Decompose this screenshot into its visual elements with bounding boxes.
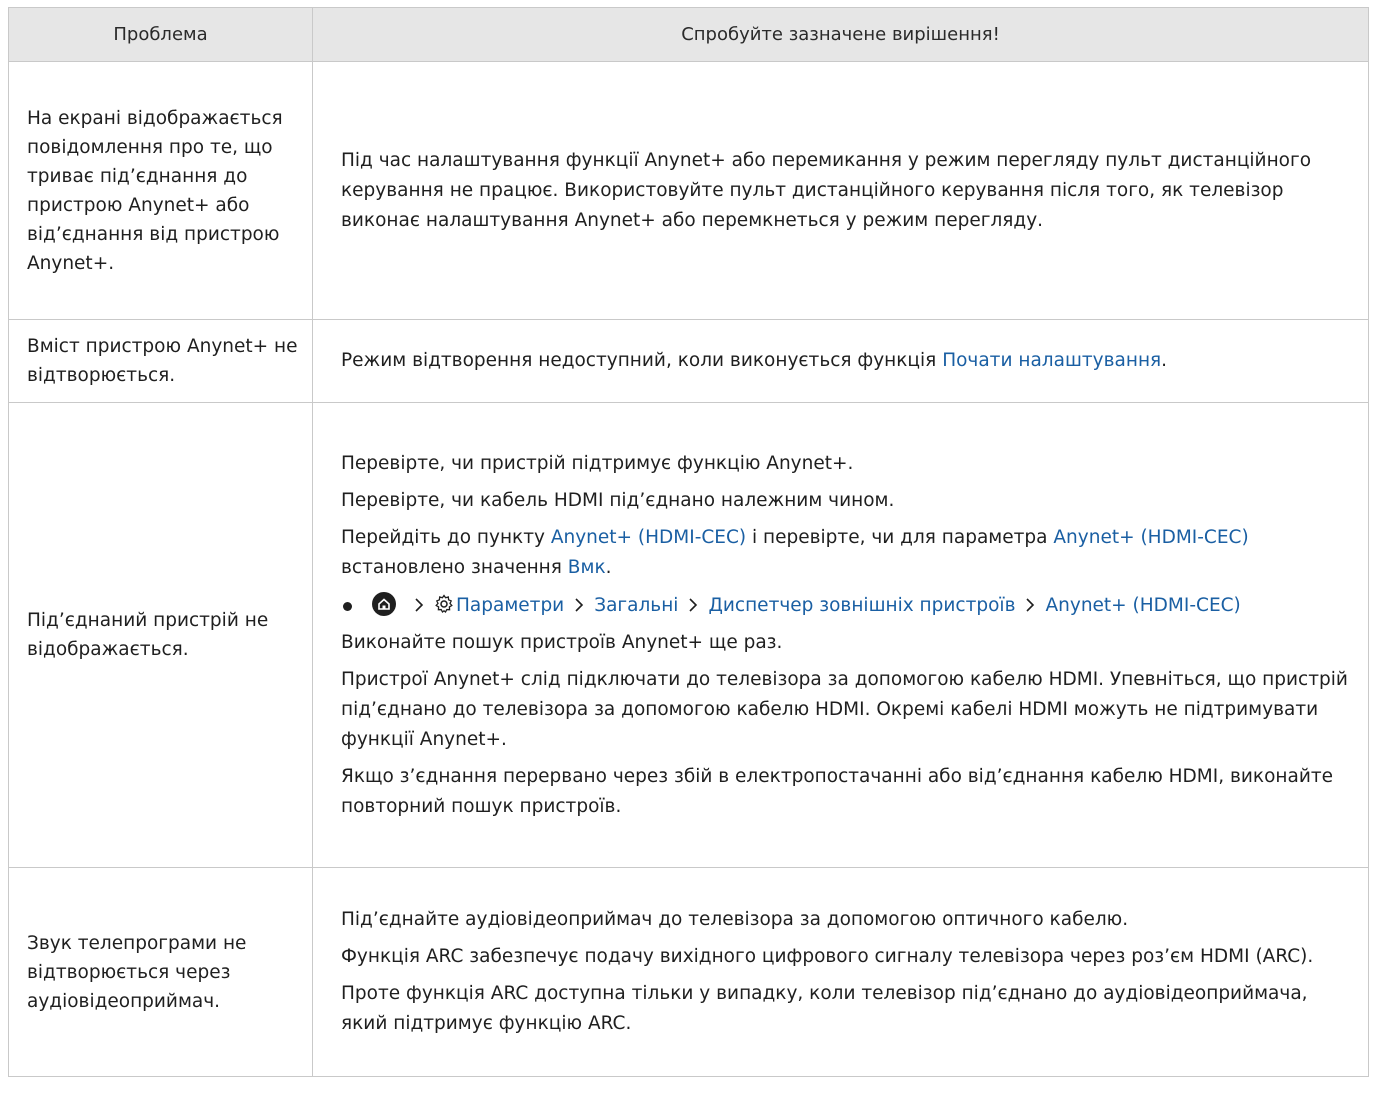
menu-path: Параметри Загальні Диспетчер зовнішніх при… [341, 590, 1348, 621]
link-anynet-hdmi-cec[interactable]: Anynet+ (HDMI-CEC) [551, 527, 746, 548]
solution-cell: Під час налаштування функції Anynet+ або… [312, 61, 1369, 320]
path-settings[interactable]: Параметри [456, 595, 564, 616]
solution-text: Режим відтворення недоступний, коли вико… [341, 346, 1348, 376]
bullet-icon [343, 601, 352, 611]
chevron-right-icon [414, 596, 424, 620]
path-device-manager[interactable]: Диспетчер зовнішніх пристроїв [708, 595, 1015, 616]
problem-cell: Вміст пристрою Anynet+ не відтворюється. [8, 319, 313, 403]
path-general[interactable]: Загальні [594, 595, 678, 616]
gear-icon [434, 593, 454, 621]
path-anynet[interactable]: Anynet+ (HDMI-CEC) [1045, 595, 1240, 616]
link-anynet-hdmi-cec-param[interactable]: Anynet+ (HDMI-CEC) [1053, 527, 1248, 548]
table-row: Звук телепрограми не відтворюється через… [8, 867, 1369, 1077]
problem-cell: На екрані відображається повідомлення пр… [8, 61, 313, 320]
solution-text-part: і перевірте, чи для параметра [746, 526, 1054, 548]
chevron-right-icon [574, 596, 584, 620]
solution-text: Якщо з’єднання перервано через збій в ел… [341, 765, 1334, 817]
solution-text: Під’єднайте аудіовідеоприймач до телевіз… [341, 909, 1129, 930]
solution-text: Проте функція ARC доступна тільки у випа… [341, 983, 1308, 1034]
link-start-setup[interactable]: Почати налаштування [942, 350, 1161, 371]
problem-cell: Під’єднаний пристрій не відображається. [8, 402, 313, 868]
home-icon [372, 591, 396, 616]
solution-text-part: Режим відтворення недоступний, коли вико… [341, 350, 943, 371]
troubleshooting-table: Проблема Спробуйте зазначене вирішення! … [8, 7, 1369, 1077]
solution-text: Перейдіть до пункту Anynet+ (HDMI-CEC) і… [341, 523, 1348, 583]
table-row: На екрані відображається повідомлення пр… [8, 61, 1369, 320]
table-row: Вміст пристрою Anynet+ не відтворюється.… [8, 319, 1369, 403]
solution-cell: Під’єднайте аудіовідеоприймач до телевіз… [312, 867, 1369, 1077]
solution-text: Перевірте, чи пристрій підтримує функцію… [341, 452, 854, 474]
chevron-right-icon [688, 596, 698, 620]
table-header-row: Проблема Спробуйте зазначене вирішення! [8, 7, 1369, 62]
chevron-right-icon [1025, 596, 1035, 620]
table-row: Під’єднаний пристрій не відображається. … [8, 402, 1369, 868]
solution-text-part: . [1161, 350, 1168, 371]
solution-text: Перевірте, чи кабель HDMI під’єднано нал… [341, 489, 895, 511]
solution-text: Пристрої Anynet+ слід підключати до теле… [341, 668, 1348, 750]
solution-text-part: Перейдіть до пункту [341, 526, 551, 548]
solution-cell: Режим відтворення недоступний, коли вико… [312, 319, 1369, 403]
solution-text: Функція ARC забезпечує подачу вихідного … [341, 946, 1314, 967]
solution-text: Під час налаштування функції Anynet+ або… [341, 149, 1312, 231]
problem-cell: Звук телепрограми не відтворюється через… [8, 867, 313, 1077]
solution-text: Виконайте пошук пристроїв Anynet+ ще раз… [341, 631, 783, 653]
link-on-value[interactable]: Вмк [568, 557, 606, 578]
header-solution: Спробуйте зазначене вирішення! [312, 7, 1369, 62]
solution-text-part: встановлено значення [341, 556, 568, 578]
solution-text-part: . [605, 556, 612, 578]
header-problem: Проблема [8, 7, 313, 62]
solution-cell: Перевірте, чи пристрій підтримує функцію… [312, 402, 1369, 868]
menu-path-text: Параметри Загальні Диспетчер зовнішніх при… [372, 590, 1241, 621]
